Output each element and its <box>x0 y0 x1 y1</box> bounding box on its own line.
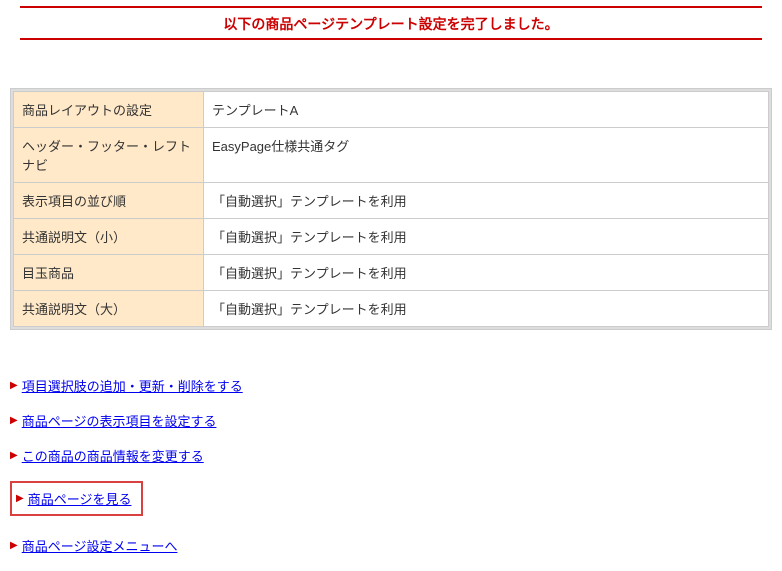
row-label: 共通説明文（小） <box>14 219 204 255</box>
triangle-right-icon: ▶ <box>10 540 18 551</box>
row-label: 商品レイアウトの設定 <box>14 92 204 128</box>
table-row: 目玉商品 「自動選択」テンプレートを利用 <box>14 255 769 291</box>
table-row: ヘッダー・フッター・レフトナビ EasyPage仕様共通タグ <box>14 128 769 183</box>
change-product-info-link[interactable]: この商品の商品情報を変更する <box>22 446 204 465</box>
row-value: EasyPage仕様共通タグ <box>204 128 769 183</box>
row-value: テンプレートA <box>204 92 769 128</box>
row-label: ヘッダー・フッター・レフトナビ <box>14 128 204 183</box>
row-value: 「自動選択」テンプレートを利用 <box>204 183 769 219</box>
action-links: ▶ 項目選択肢の追加・更新・削除をする ▶ 商品ページの表示項目を設定する ▶ … <box>10 376 772 555</box>
row-label: 目玉商品 <box>14 255 204 291</box>
triangle-right-icon: ▶ <box>16 493 24 504</box>
settings-summary-table: 商品レイアウトの設定 テンプレートA ヘッダー・フッター・レフトナビ EasyP… <box>10 88 772 330</box>
table-row: 共通説明文（大） 「自動選択」テンプレートを利用 <box>14 291 769 327</box>
row-label: 表示項目の並び順 <box>14 183 204 219</box>
page-title: 以下の商品ページテンプレート設定を完了しました。 <box>10 8 772 38</box>
row-value: 「自動選択」テンプレートを利用 <box>204 291 769 327</box>
triangle-right-icon: ▶ <box>10 450 18 461</box>
highlighted-link-box: ▶ 商品ページを見る <box>10 481 143 516</box>
header-bottom-line <box>20 38 762 40</box>
triangle-right-icon: ▶ <box>10 415 18 426</box>
triangle-right-icon: ▶ <box>10 380 18 391</box>
row-label: 共通説明文（大） <box>14 291 204 327</box>
table-row: 商品レイアウトの設定 テンプレートA <box>14 92 769 128</box>
link-row: ▶ この商品の商品情報を変更する <box>10 446 772 465</box>
view-product-page-link[interactable]: 商品ページを見る <box>28 489 132 508</box>
link-row: ▶ 商品ページ設定メニューへ <box>10 536 772 555</box>
set-display-items-link[interactable]: 商品ページの表示項目を設定する <box>22 411 217 430</box>
table-row: 共通説明文（小） 「自動選択」テンプレートを利用 <box>14 219 769 255</box>
row-value: 「自動選択」テンプレートを利用 <box>204 219 769 255</box>
link-row: ▶ 項目選択肢の追加・更新・削除をする <box>10 376 772 395</box>
link-row: ▶ 商品ページを見る <box>10 481 772 516</box>
settings-menu-link[interactable]: 商品ページ設定メニューへ <box>22 536 178 555</box>
edit-choices-link[interactable]: 項目選択肢の追加・更新・削除をする <box>22 376 243 395</box>
row-value: 「自動選択」テンプレートを利用 <box>204 255 769 291</box>
table-row: 表示項目の並び順 「自動選択」テンプレートを利用 <box>14 183 769 219</box>
link-row: ▶ 商品ページの表示項目を設定する <box>10 411 772 430</box>
